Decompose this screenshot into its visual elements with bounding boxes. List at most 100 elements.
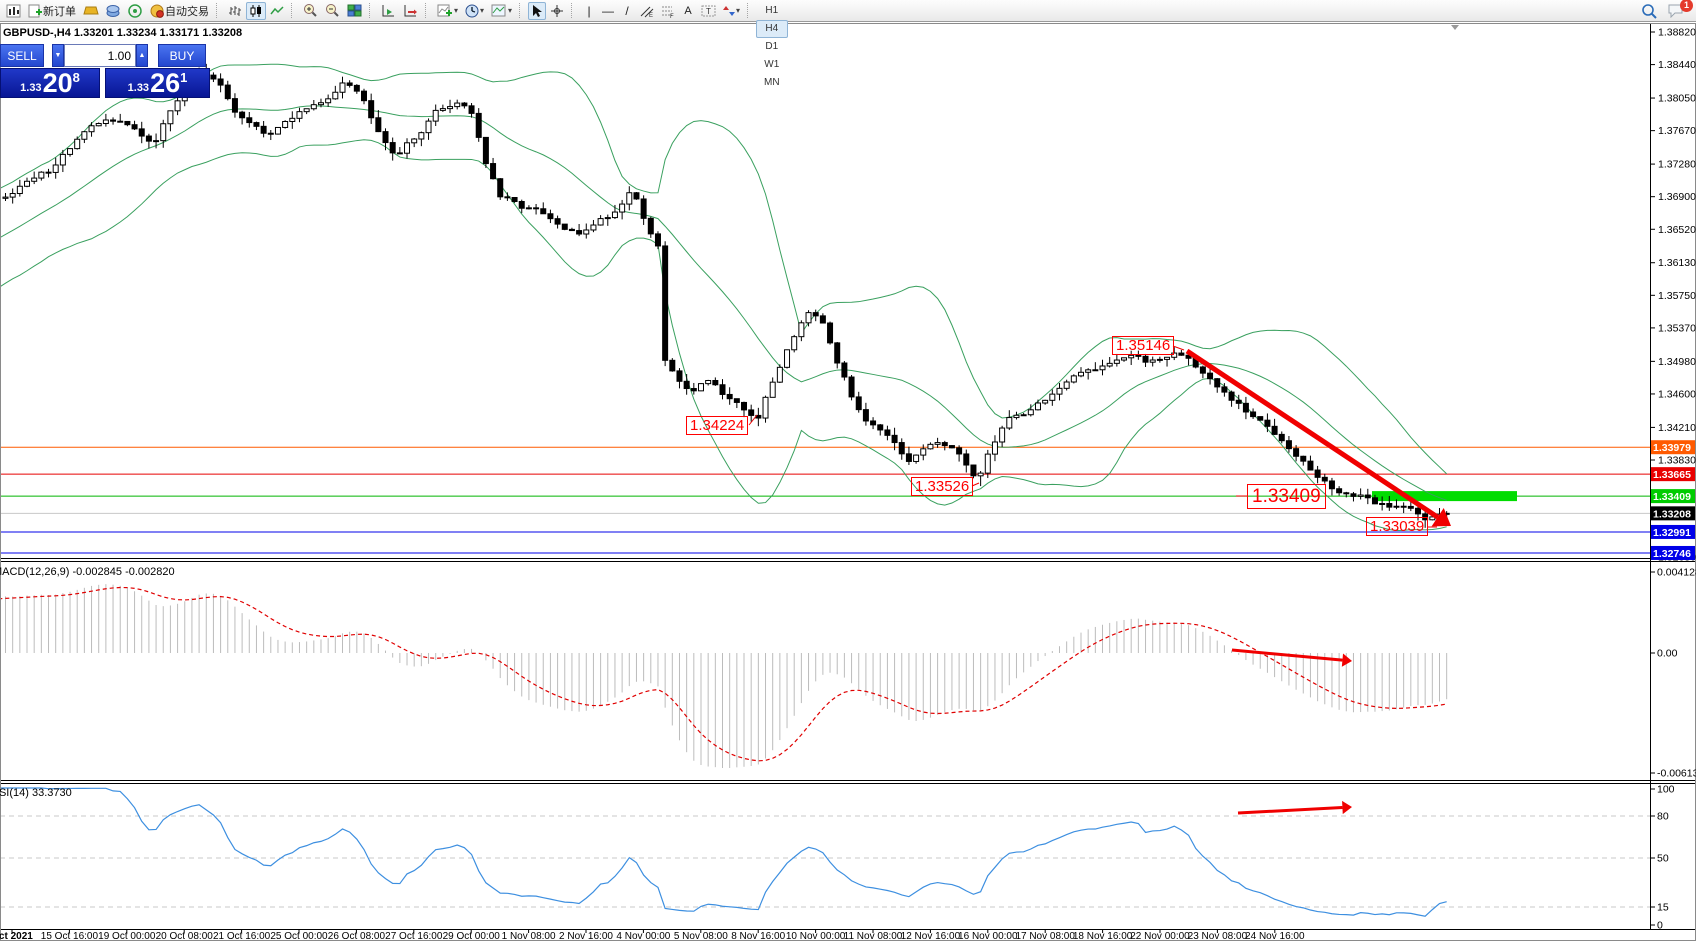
timeframe-h1[interactable]: H1 xyxy=(756,2,787,20)
timeframe-h4[interactable]: H4 xyxy=(756,20,787,38)
zoom-out-icon[interactable] xyxy=(322,2,343,20)
buy-price-sup: 1 xyxy=(180,70,187,85)
svg-text:1.35750: 1.35750 xyxy=(1658,290,1696,302)
chat-icon[interactable]: 1 xyxy=(1664,2,1687,20)
gold-icon[interactable] xyxy=(80,2,102,20)
sell-price[interactable]: 1.33 20 8 xyxy=(0,68,100,98)
horizontal-line-icon[interactable]: — xyxy=(599,2,617,20)
svg-text:1.36130: 1.36130 xyxy=(1658,257,1696,269)
arrows-tool-icon[interactable]: ▾ xyxy=(720,2,743,20)
text-label-icon[interactable]: T xyxy=(698,2,719,20)
svg-text:24 Nov 16:00: 24 Nov 16:00 xyxy=(1245,931,1305,941)
price-annotation[interactable]: 1.33526 xyxy=(911,477,973,496)
toolbar: 新订单 自动交易 xyxy=(0,0,1696,22)
timeframe-mn[interactable]: MN xyxy=(756,74,787,92)
svg-text:1.38440: 1.38440 xyxy=(1658,59,1696,71)
svg-text:1.38820: 1.38820 xyxy=(1658,27,1696,39)
svg-text:0.00: 0.00 xyxy=(1657,648,1678,660)
svg-text:80: 80 xyxy=(1657,811,1669,823)
svg-text:16 Nov 00:00: 16 Nov 00:00 xyxy=(958,931,1018,941)
svg-text:11 Nov 08:00: 11 Nov 08:00 xyxy=(844,931,903,941)
sell-price-small: 1.33 xyxy=(20,82,41,94)
timeframe-w1[interactable]: W1 xyxy=(756,56,787,74)
svg-text:50: 50 xyxy=(1657,853,1669,865)
autoscroll-icon[interactable] xyxy=(378,2,399,20)
line-chart-icon[interactable] xyxy=(267,2,287,20)
new-order-button[interactable]: 新订单 xyxy=(25,2,79,20)
bar-chart-icon[interactable] xyxy=(225,2,245,20)
buy-price[interactable]: 1.33 26 1 xyxy=(105,68,210,98)
price-annotation[interactable]: 1.33039 xyxy=(1366,517,1428,536)
text-icon[interactable]: A xyxy=(679,2,697,20)
svg-text:20 Oct 08:00: 20 Oct 08:00 xyxy=(156,931,214,941)
candlestick-chart-icon[interactable] xyxy=(246,2,266,20)
svg-text:2 Nov 16:00: 2 Nov 16:00 xyxy=(559,931,613,941)
svg-text:26 Oct 08:00: 26 Oct 08:00 xyxy=(328,931,386,941)
volume-input[interactable] xyxy=(64,44,136,67)
cursor-icon[interactable] xyxy=(528,2,546,20)
svg-text:T: T xyxy=(706,7,711,16)
svg-text:4 Nov 00:00: 4 Nov 00:00 xyxy=(616,931,670,941)
zoom-in-icon[interactable] xyxy=(300,2,321,20)
volume-increase-button[interactable]: ▲ xyxy=(136,44,148,67)
channel-icon[interactable]: E xyxy=(637,2,657,20)
svg-text:1.34980: 1.34980 xyxy=(1658,356,1696,368)
svg-text:5 Nov 08:00: 5 Nov 08:00 xyxy=(674,931,728,941)
svg-text:12 Nov 16:00: 12 Nov 16:00 xyxy=(901,931,961,941)
autotrade-label: 自动交易 xyxy=(165,3,209,19)
timeframe-group: M1M5M15M30H1H4D1W1MN xyxy=(756,0,787,92)
chart-window-icon[interactable] xyxy=(3,2,24,20)
chart-canvas: 1.388201.384401.380501.376701.372801.369… xyxy=(0,0,1696,941)
indicators-icon[interactable]: ▾ xyxy=(434,2,461,20)
svg-text:E: E xyxy=(649,13,653,18)
svg-text:1 Nov 08:00: 1 Nov 08:00 xyxy=(502,931,556,941)
periods-icon[interactable]: ▾ xyxy=(462,2,487,20)
volume-decrease-button[interactable]: ▼ xyxy=(52,44,64,67)
mt4-window: 新订单 自动交易 xyxy=(0,0,1696,941)
svg-text:1.33830: 1.33830 xyxy=(1658,454,1696,466)
price-annotation[interactable]: 1.35146 xyxy=(1112,336,1174,355)
sell-price-sup: 8 xyxy=(73,70,80,85)
rsi-indicator-label: RSI(14) 33.3730 xyxy=(0,787,72,799)
signal-icon[interactable] xyxy=(125,2,146,20)
one-click-trading-panel: SELL ▼ ▲ BUY 1.33 20 8 1.33 26 1 xyxy=(0,44,210,98)
svg-text:0.004128: 0.004128 xyxy=(1657,567,1696,579)
fibonacci-icon[interactable]: F xyxy=(658,2,678,20)
svg-text:1.35370: 1.35370 xyxy=(1658,322,1696,334)
templates-icon[interactable]: ▾ xyxy=(488,2,515,20)
svg-text:17 Nov 08:00: 17 Nov 08:00 xyxy=(1015,931,1075,941)
search-icon[interactable] xyxy=(1638,2,1660,20)
buy-price-small: 1.33 xyxy=(128,82,149,94)
chart-shift-icon[interactable] xyxy=(400,2,421,20)
macd-indicator-label: MACD(12,26,9) -0.002845 -0.002820 xyxy=(0,566,175,578)
buy-price-big: 26 xyxy=(150,70,180,96)
tile-windows-icon[interactable] xyxy=(344,2,365,20)
svg-text:21 Oct 16:00: 21 Oct 16:00 xyxy=(213,931,271,941)
price-annotation[interactable]: 1.34224 xyxy=(686,416,748,435)
autotrade-button[interactable]: 自动交易 xyxy=(147,2,212,20)
svg-text:1.36900: 1.36900 xyxy=(1658,191,1696,203)
svg-text:1.33208: 1.33208 xyxy=(1653,508,1691,520)
timeframe-d1[interactable]: D1 xyxy=(756,38,787,56)
sell-button[interactable]: SELL xyxy=(0,44,44,67)
svg-text:1.32746: 1.32746 xyxy=(1653,548,1691,560)
svg-text:1.33979: 1.33979 xyxy=(1653,442,1691,454)
trendline-icon[interactable]: / xyxy=(618,2,636,20)
toolbar-separator xyxy=(519,3,524,18)
buy-button[interactable]: BUY xyxy=(158,44,206,67)
svg-text:1.37670: 1.37670 xyxy=(1658,125,1696,137)
toolbar-separator xyxy=(216,3,221,18)
crosshair-icon[interactable] xyxy=(547,2,567,20)
svg-text:18 Nov 16:00: 18 Nov 16:00 xyxy=(1073,931,1133,941)
svg-text:27 Oct 16:00: 27 Oct 16:00 xyxy=(385,931,443,941)
history-icon[interactable] xyxy=(103,2,124,20)
toolbar-separator xyxy=(571,3,576,18)
svg-text:19 Oct 00:00: 19 Oct 00:00 xyxy=(98,931,156,941)
price-annotation[interactable]: 1.33409 xyxy=(1247,484,1326,509)
svg-text:100: 100 xyxy=(1657,784,1675,796)
svg-text:1.37280: 1.37280 xyxy=(1658,159,1696,171)
svg-text:23 Nov 08:00: 23 Nov 08:00 xyxy=(1188,931,1248,941)
new-order-label: 新订单 xyxy=(43,3,76,19)
svg-text:15 Oct 16:00: 15 Oct 16:00 xyxy=(41,931,99,941)
vertical-line-icon[interactable]: | xyxy=(580,2,598,20)
